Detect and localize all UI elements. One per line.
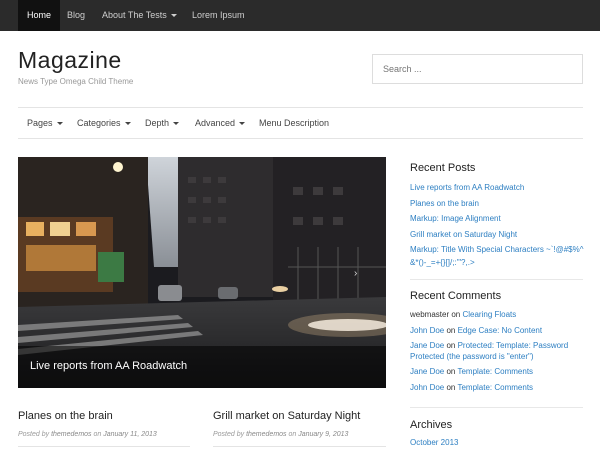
archives-list: October 2013 xyxy=(410,436,588,449)
site-title[interactable]: Magazine xyxy=(18,47,122,74)
nav-item-label: Lorem Ipsum xyxy=(192,10,245,20)
featured-caption-bar[interactable]: Live reports from AA Roadwatch xyxy=(18,346,386,388)
chevron-down-icon xyxy=(124,122,131,126)
subnav-item-pages[interactable]: Pages xyxy=(27,108,63,139)
comment-author-link[interactable]: John Doe xyxy=(410,383,444,392)
secondary-navbar: Pages Categories Depth Advanced Menu Des… xyxy=(18,107,583,139)
archive-link[interactable]: October 2013 xyxy=(410,436,588,449)
nav-item-about-the-tests[interactable]: About The Tests xyxy=(93,0,186,31)
comment-item: John Doe on Template: Comments xyxy=(410,383,588,394)
post-author-link[interactable]: themedemos xyxy=(51,431,91,438)
top-navbar: Home Blog About The Tests Lorem Ipsum xyxy=(0,0,600,31)
recent-post-link[interactable]: Live reports from AA Roadwatch xyxy=(410,180,588,196)
subnav-item-label: Advanced xyxy=(195,118,236,128)
comment-item: John Doe on Edge Case: No Content xyxy=(410,326,588,337)
recent-comments-title: Recent Comments xyxy=(410,290,502,302)
chevron-down-icon xyxy=(56,122,63,126)
comment-on: on xyxy=(444,341,458,350)
comment-post-link[interactable]: Template: Comments xyxy=(457,383,533,392)
recent-post-link[interactable]: Grill market on Saturday Night xyxy=(410,227,588,243)
archives-title: Archives xyxy=(410,419,453,431)
comment-item: Jane Doe on Template: Comments xyxy=(410,367,588,378)
post-title[interactable]: Grill market on Saturday Night xyxy=(213,410,360,422)
post-date-link[interactable]: January 9, 2013 xyxy=(298,431,348,438)
recent-post-link[interactable]: Markup: Title With Special Characters ~`… xyxy=(410,242,588,269)
search-input[interactable] xyxy=(372,54,583,84)
comment-on: on xyxy=(444,382,458,392)
post-meta-mid: on xyxy=(91,431,104,438)
comment-post-link[interactable]: Edge Case: No Content xyxy=(458,326,543,335)
recent-comments-list: webmaster on Clearing Floats John Doe on… xyxy=(410,310,588,398)
nav-item-blog[interactable]: Blog xyxy=(58,0,94,31)
subnav-item-categories[interactable]: Categories xyxy=(77,108,131,139)
comment-author: webmaster xyxy=(410,310,450,319)
widget-divider xyxy=(410,407,583,408)
comment-author-link[interactable]: John Doe xyxy=(410,326,444,335)
subnav-item-label: Depth xyxy=(145,118,170,128)
post-meta-prefix: Posted by xyxy=(213,431,247,438)
chevron-right-icon[interactable]: › xyxy=(354,268,357,279)
post-divider xyxy=(18,446,190,447)
comment-author-link[interactable]: Jane Doe xyxy=(410,367,444,376)
comment-on: on xyxy=(444,325,458,335)
comment-on: on xyxy=(449,310,463,319)
comment-item: Jane Doe on Protected: Template: Passwor… xyxy=(410,341,588,362)
chevron-down-icon xyxy=(239,122,246,126)
subnav-item-menu-description[interactable]: Menu Description xyxy=(259,108,329,139)
recent-post-link[interactable]: Markup: Image Alignment xyxy=(410,211,588,227)
nav-item-lorem-ipsum[interactable]: Lorem Ipsum xyxy=(183,0,254,31)
post-meta-mid: on xyxy=(286,431,299,438)
comment-on: on xyxy=(444,367,458,376)
post-title[interactable]: Planes on the brain xyxy=(18,410,113,422)
post-author-link[interactable]: themedemos xyxy=(246,431,286,438)
chevron-down-icon xyxy=(170,14,177,18)
featured-slider[interactable]: Live reports from AA Roadwatch xyxy=(18,157,386,388)
post-date-link[interactable]: January 11, 2013 xyxy=(103,431,157,438)
nav-item-label: Home xyxy=(27,10,52,20)
chevron-down-icon xyxy=(173,122,180,126)
site-description: News Type Omega Child Theme xyxy=(18,77,134,86)
recent-posts-list: Live reports from AA Roadwatch Planes on… xyxy=(410,180,588,269)
nav-item-label: Blog xyxy=(67,10,86,20)
featured-caption[interactable]: Live reports from AA Roadwatch xyxy=(30,360,187,372)
post-meta: Posted by themedemos on January 11, 2013 xyxy=(18,431,157,438)
comment-author-link[interactable]: Jane Doe xyxy=(410,341,444,350)
recent-posts-title: Recent Posts xyxy=(410,162,476,174)
post-meta: Posted by themedemos on January 9, 2013 xyxy=(213,431,348,438)
subnav-item-advanced[interactable]: Advanced xyxy=(195,108,246,139)
comment-post-link[interactable]: Template: Comments xyxy=(457,367,533,376)
subnav-item-label: Pages xyxy=(27,118,53,128)
nav-item-home[interactable]: Home xyxy=(18,0,61,31)
widget-divider xyxy=(410,279,583,280)
nav-item-label: About The Tests xyxy=(102,10,167,20)
comment-item: webmaster on Clearing Floats xyxy=(410,310,588,321)
post-meta-prefix: Posted by xyxy=(18,431,52,438)
recent-post-link[interactable]: Planes on the brain xyxy=(410,196,588,212)
subnav-item-label: Menu Description xyxy=(259,118,330,128)
subnav-item-label: Categories xyxy=(77,118,121,128)
comment-post-link[interactable]: Clearing Floats xyxy=(462,310,516,319)
subnav-item-depth[interactable]: Depth xyxy=(145,108,180,139)
post-divider xyxy=(213,446,386,447)
